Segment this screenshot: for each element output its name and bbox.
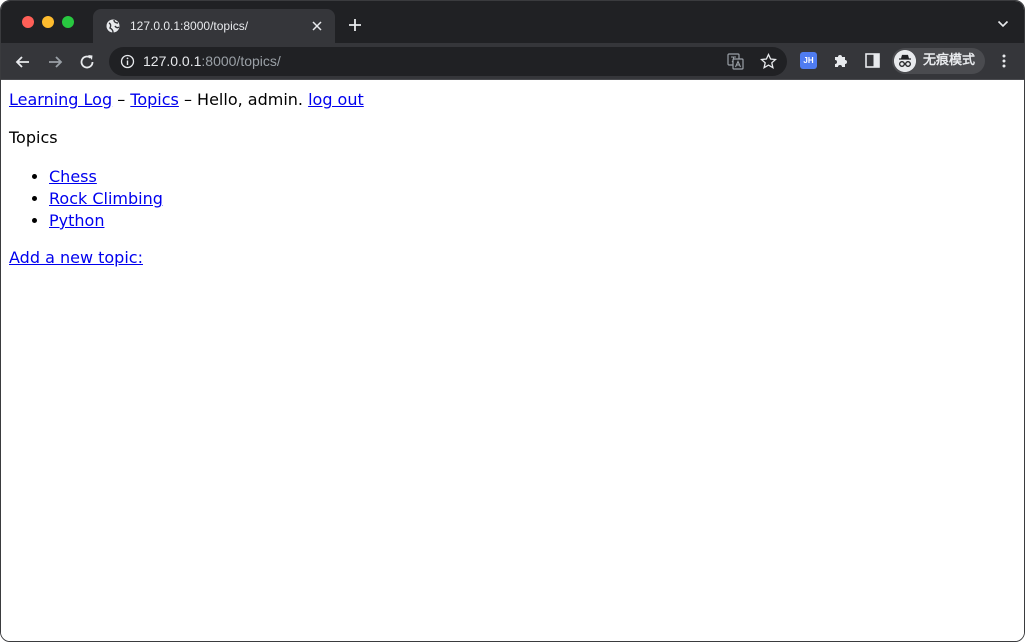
info-icon[interactable] xyxy=(120,54,135,69)
extensions-puzzle-icon[interactable] xyxy=(832,52,850,70)
list-item: Chess xyxy=(49,166,163,188)
globe-icon xyxy=(106,19,120,33)
incognito-label: 无痕模式 xyxy=(923,53,976,68)
tab-active[interactable]: 127.0.0.1:8000/topics/ xyxy=(93,9,335,43)
topics-link[interactable]: Topics xyxy=(130,90,179,109)
topic-link-rock-climbing[interactable]: Rock Climbing xyxy=(49,189,163,208)
page-title: Topics xyxy=(9,128,58,147)
site-nav: Learning Log – Topics – Hello, admin. lo… xyxy=(9,90,364,109)
new-tab-icon[interactable] xyxy=(347,17,363,33)
url-text: 127.0.0.1:8000/topics/ xyxy=(143,53,281,69)
close-window-button[interactable] xyxy=(22,16,34,28)
list-item: Python xyxy=(49,210,163,232)
chevron-down-icon[interactable] xyxy=(997,19,1009,29)
add-topic-link[interactable]: Add a new topic: xyxy=(9,248,143,267)
logout-link[interactable]: log out xyxy=(308,90,364,109)
greeting-text: Hello, admin. xyxy=(197,90,309,109)
nav-separator: – xyxy=(178,90,198,109)
extension-jh-icon[interactable]: JH xyxy=(800,52,817,69)
incognito-icon xyxy=(894,50,916,72)
list-item: Rock Climbing xyxy=(49,188,163,210)
topic-link-chess[interactable]: Chess xyxy=(49,167,97,186)
translate-icon[interactable] xyxy=(727,53,744,70)
home-link[interactable]: Learning Log xyxy=(9,90,112,109)
forward-icon[interactable] xyxy=(46,53,64,71)
incognito-profile-button[interactable]: 无痕模式 xyxy=(892,48,985,74)
back-icon[interactable] xyxy=(14,53,32,71)
topic-link-python[interactable]: Python xyxy=(49,211,104,230)
address-bar[interactable]: 127.0.0.1:8000/topics/ xyxy=(109,47,787,76)
side-panel-icon[interactable] xyxy=(865,53,880,68)
topic-list: Chess Rock Climbing Python xyxy=(9,166,163,232)
maximize-window-button[interactable] xyxy=(62,16,74,28)
browser-window: 127.0.0.1:8000/topics/ 127.0.0.1:8000/to… xyxy=(0,0,1025,642)
add-topic-container: Add a new topic: xyxy=(9,248,143,267)
minimize-window-button[interactable] xyxy=(42,16,54,28)
page-content: Learning Log – Topics – Hello, admin. lo… xyxy=(1,80,1024,641)
nav-separator: – xyxy=(112,90,131,109)
tab-title: 127.0.0.1:8000/topics/ xyxy=(130,19,249,33)
kebab-menu-icon[interactable] xyxy=(999,53,1009,69)
reload-icon[interactable] xyxy=(78,53,96,71)
bookmark-star-icon[interactable] xyxy=(760,53,777,70)
close-tab-icon[interactable] xyxy=(311,20,323,32)
tab-strip: 127.0.0.1:8000/topics/ xyxy=(1,1,1024,43)
